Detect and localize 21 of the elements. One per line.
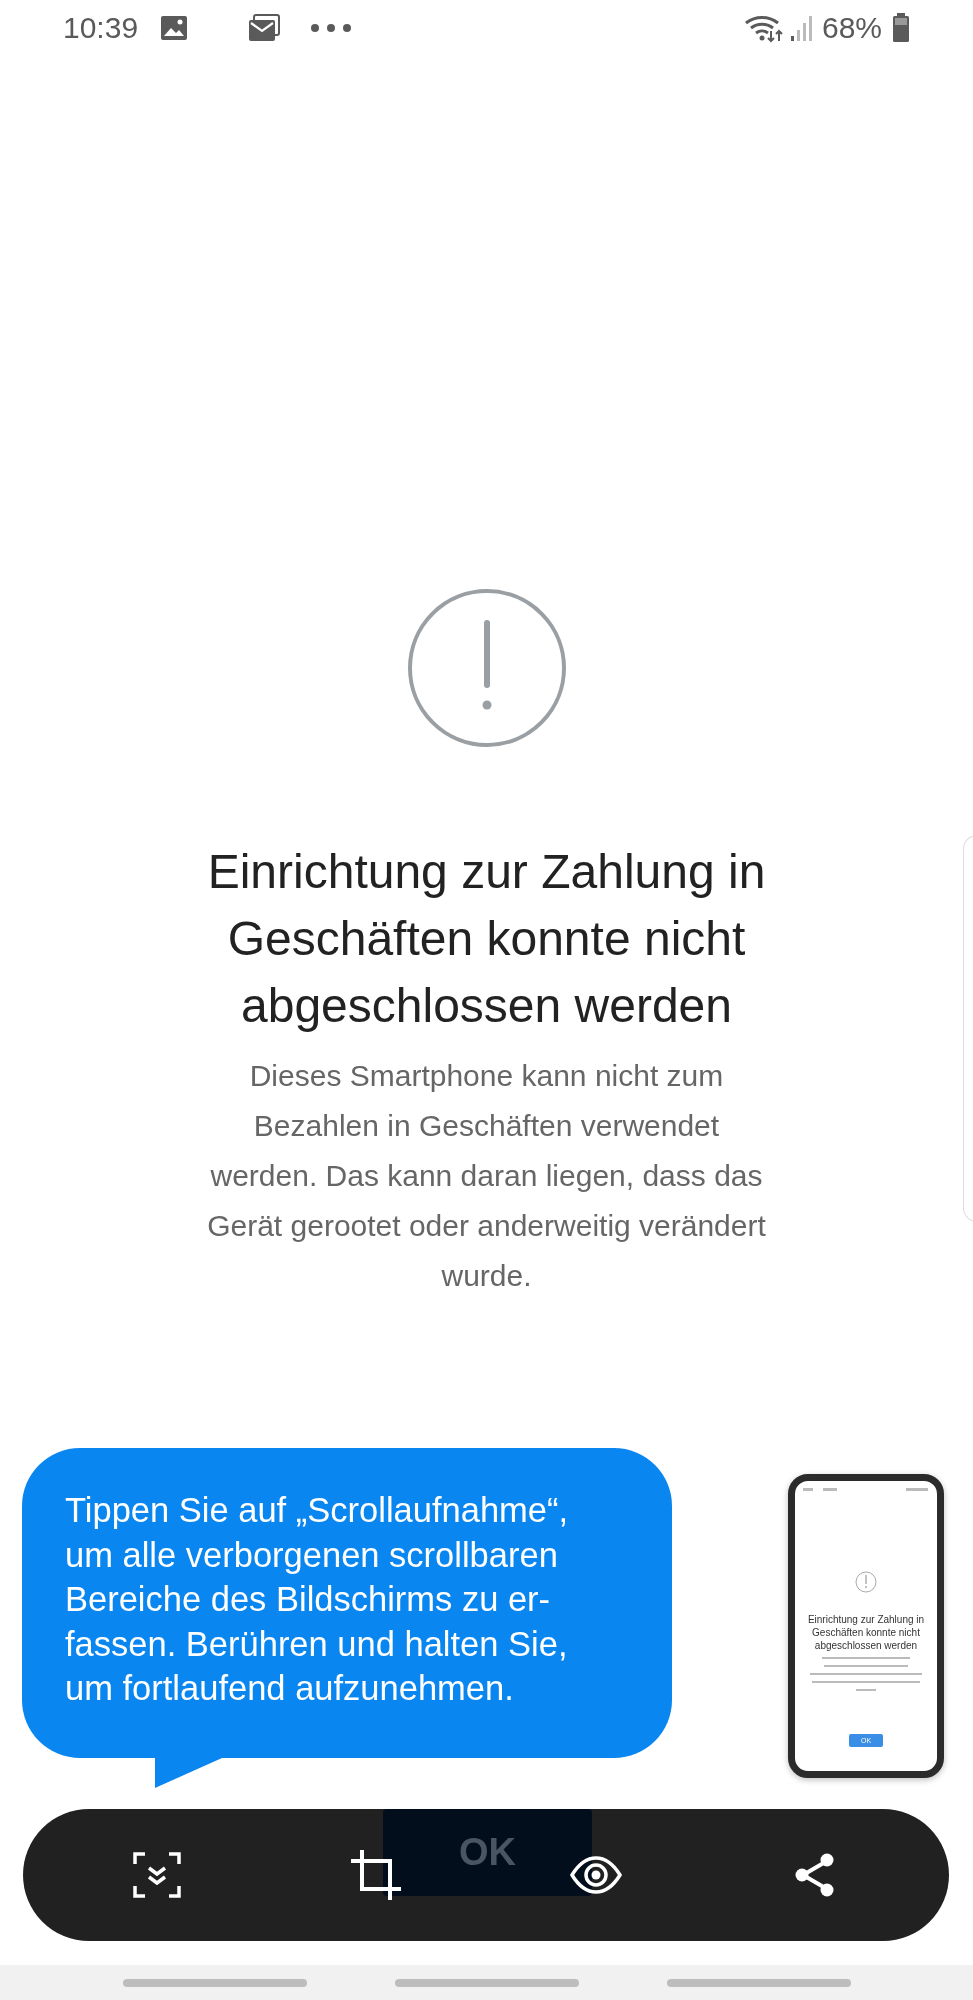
eye-icon[interactable] [569, 1856, 622, 1894]
nav-handle[interactable] [666, 1978, 851, 1987]
warning-icon [406, 588, 567, 748]
error-message: Dieses Smartphone kann nicht zum Bezahlen in Geschäften verwendet werden. Das kann daran liegen, dass das Gerät gerootet oder anderweitig verändert wurde. [207, 1058, 766, 1294]
nav-handle[interactable] [122, 1978, 307, 1987]
warning-icon [855, 1571, 877, 1593]
email-icon [248, 14, 281, 42]
more-icon [310, 23, 353, 33]
wifi-icon [743, 13, 784, 43]
crop-icon[interactable] [351, 1850, 402, 1900]
signal-icon [789, 14, 814, 42]
share-icon[interactable] [795, 1853, 835, 1897]
battery-icon [892, 13, 910, 43]
battery-percent: 68% [821, 11, 882, 45]
scroll-capture-icon[interactable] [132, 1851, 182, 1899]
image-icon [160, 15, 189, 41]
error-title: Einrichtung zur Zahlung in Geschäften konnte nicht abgeschlossen werden [207, 844, 766, 1034]
clock-time: 10:39 [63, 11, 139, 45]
nav-handle[interactable] [394, 1978, 579, 1987]
preview-title: Einrichtung zur Zahlung in Geschäften konnte nicht abgeschlossen werden [807, 1613, 925, 1652]
tooltip-text: Tippen Sie auf „Scrollaufnahme“, um alle verborgenen scrollbaren Bereiche des Bildschirms zu er- fassen. Berühren und halten Sie, um fortlaufend aufzunehmen. [65, 1490, 570, 1709]
